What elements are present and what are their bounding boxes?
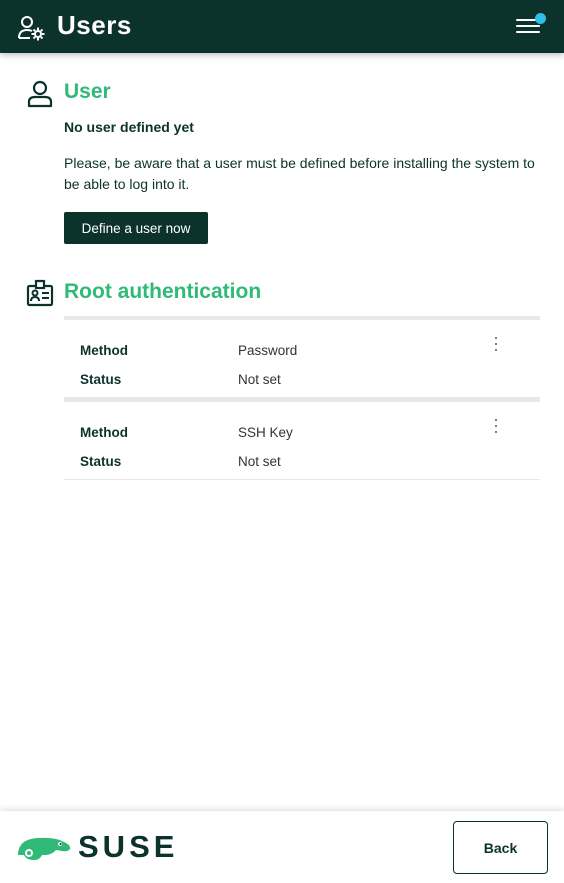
user-notice: Please, be aware that a user must be def…	[64, 155, 535, 192]
root-auth-section-title: Root authentication	[64, 280, 262, 303]
suse-logo: SUSE	[16, 831, 174, 863]
auth-method-password: Method Password Status Not set	[64, 316, 540, 398]
status-label: Status	[80, 372, 122, 387]
person-icon	[27, 80, 53, 108]
top-header: Users	[0, 0, 564, 53]
define-user-button[interactable]: Define a user now	[64, 212, 208, 244]
status-label: Status	[80, 454, 122, 469]
kebab-menu-icon[interactable]	[490, 334, 502, 356]
back-button[interactable]: Back	[453, 821, 548, 874]
logo-text: SUSE	[78, 829, 179, 864]
root-auth-list: Method Password Status Not set Method SS…	[64, 316, 540, 480]
notification-dot	[535, 13, 546, 24]
method-label: Method	[80, 425, 128, 440]
kebab-menu-icon[interactable]	[490, 416, 502, 438]
users-settings-icon	[18, 16, 45, 41]
method-value: SSH Key	[238, 425, 293, 440]
user-status: No user defined yet	[64, 119, 194, 135]
footer-bar: SUSE Back	[0, 811, 564, 883]
page-title: Users	[57, 10, 132, 40]
method-label: Method	[80, 343, 128, 358]
method-value: Password	[238, 343, 298, 358]
hamburger-menu-button[interactable]	[510, 10, 550, 42]
status-value: Not set	[238, 372, 281, 387]
auth-method-ssh-key: Method SSH Key Status Not set	[64, 398, 540, 480]
status-value: Not set	[238, 454, 281, 469]
id-card-icon	[26, 279, 54, 307]
chameleon-logo-icon	[18, 837, 71, 860]
user-section-title: User	[64, 80, 111, 103]
